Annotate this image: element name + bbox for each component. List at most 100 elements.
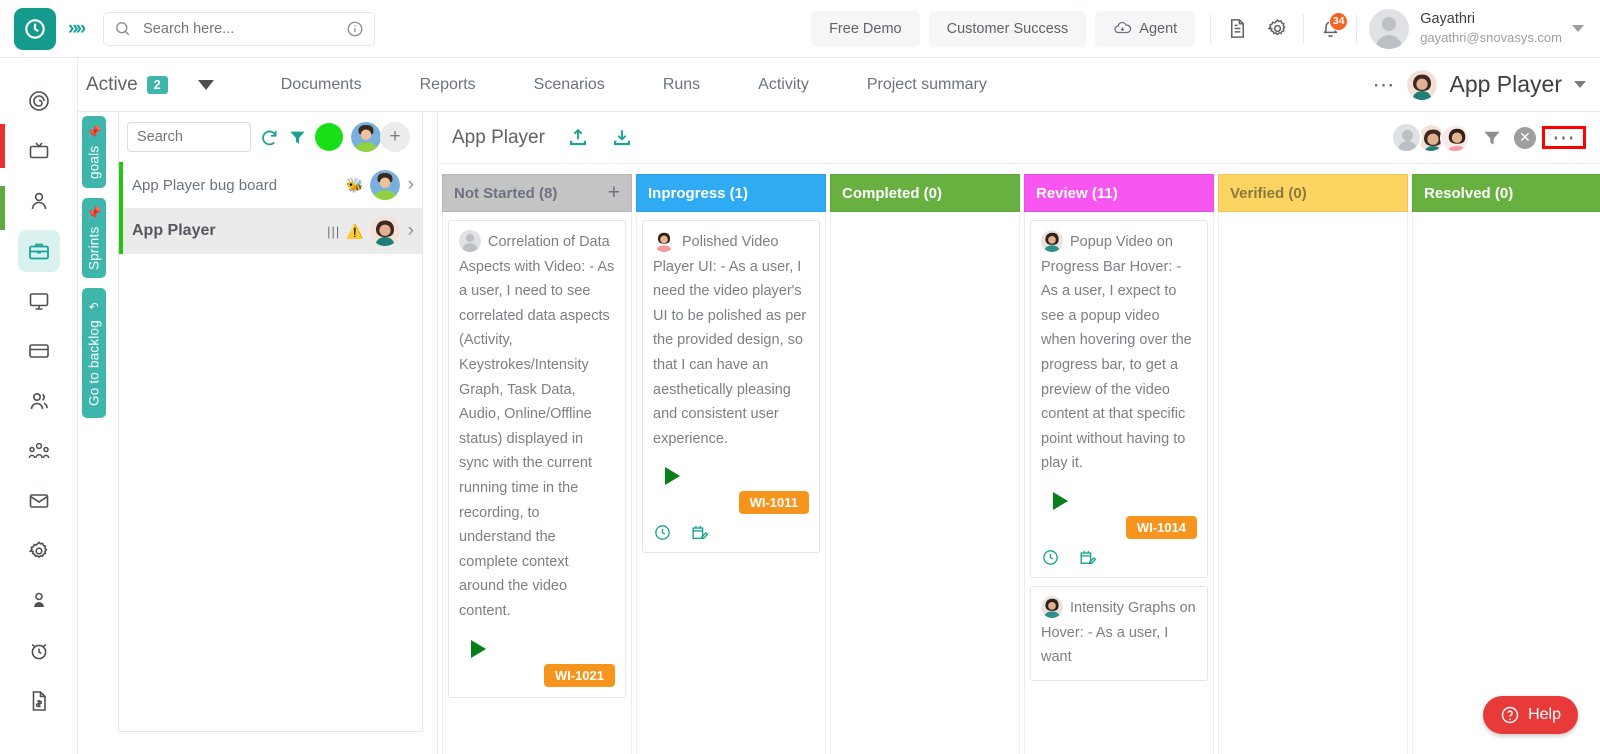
- global-search[interactable]: [103, 11, 376, 46]
- sidebar-item-spiral-target[interactable]: [18, 80, 60, 122]
- notifications-button[interactable]: 34: [1310, 9, 1350, 49]
- app-logo[interactable]: [14, 7, 56, 50]
- divider: [1356, 13, 1358, 44]
- clock-icon[interactable]: [653, 523, 672, 542]
- chevron-down-icon[interactable]: [1574, 81, 1586, 88]
- list-item[interactable]: App Player bug board 🐝 ›: [119, 162, 422, 208]
- card-description: Popup Video on Progress Bar Hover: - As …: [1041, 234, 1192, 472]
- add-project-button[interactable]: +: [380, 122, 410, 152]
- board-more-menu-button[interactable]: ⋯: [1542, 126, 1586, 149]
- question-circle-icon: [1501, 706, 1519, 724]
- card-text-wrapper: Polished Video Player UI: - As a user, I…: [653, 230, 809, 451]
- add-card-button[interactable]: +: [608, 181, 620, 205]
- card[interactable]: Correlation of Data Aspects with Video: …: [448, 220, 626, 698]
- chevron-right-icon[interactable]: ›: [408, 174, 414, 196]
- search-input[interactable]: [143, 20, 347, 37]
- sidebar-item-tv[interactable]: [18, 130, 60, 172]
- chevron-down-icon[interactable]: [1572, 25, 1584, 32]
- card-text-wrapper: Popup Video on Progress Bar Hover: - As …: [1041, 230, 1197, 476]
- filter-icon: [290, 131, 305, 144]
- tab-project-summary[interactable]: Project summary: [838, 76, 1016, 94]
- project-owner-avatar: [1407, 69, 1438, 100]
- column-body[interactable]: Polished Video Player UI: - As a user, I…: [636, 212, 826, 754]
- sidebar-item-monitor[interactable]: [18, 280, 60, 322]
- caret-down-icon[interactable]: [197, 79, 214, 90]
- user-menu[interactable]: Gayathri gayathri@snovasys.com: [1369, 8, 1562, 49]
- clear-filter-button[interactable]: ✕: [1514, 126, 1536, 149]
- play-icon[interactable]: [665, 467, 680, 486]
- column-body[interactable]: [830, 212, 1020, 754]
- card[interactable]: Intensity Graphs on Hover: - As a user, …: [1030, 585, 1208, 681]
- info-icon[interactable]: [346, 20, 364, 38]
- person-badge-icon: [33, 592, 44, 607]
- avatar-illustration: [653, 230, 675, 252]
- board-columns: Not Started (8) + Correlation of Data As…: [438, 164, 1600, 754]
- sidebar-item-users[interactable]: [18, 380, 60, 422]
- kanban-board: App Player ✕ ⋯ Not Started (8) + Correla…: [437, 112, 1600, 754]
- side-tab-sprints-label: Sprints: [86, 226, 102, 271]
- sidebar-item-briefcase[interactable]: [17, 230, 60, 272]
- sidebar-expand-icon[interactable]: »»: [68, 18, 86, 40]
- side-tab-goals[interactable]: goals 📌: [82, 116, 106, 188]
- customer-success-button[interactable]: Customer Success: [928, 10, 1087, 47]
- column-body[interactable]: Correlation of Data Aspects with Video: …: [442, 212, 632, 754]
- column-completed: Completed (0): [830, 174, 1020, 754]
- calendar-edit-icon[interactable]: [690, 523, 709, 542]
- avatar: [1041, 595, 1063, 618]
- upload-button[interactable]: [567, 127, 589, 149]
- sidebar-item-alarm-clock[interactable]: [18, 630, 60, 672]
- refresh-button[interactable]: [259, 127, 280, 148]
- active-filter-label[interactable]: Active: [86, 74, 138, 96]
- tab-scenarios[interactable]: Scenarios: [505, 76, 634, 94]
- avatar[interactable]: [1440, 122, 1470, 153]
- avatar[interactable]: [1391, 122, 1422, 153]
- work-item-id-badge: WI-1014: [1125, 515, 1197, 539]
- alarm-clock-icon: [31, 643, 46, 660]
- column-title: Inprogress (1): [648, 184, 749, 202]
- free-demo-button[interactable]: Free Demo: [811, 10, 920, 47]
- tab-activity[interactable]: Activity: [729, 76, 838, 94]
- card-id-row: WI-1014: [1041, 515, 1197, 539]
- tab-runs[interactable]: Runs: [634, 76, 729, 94]
- gear-icon: [1267, 19, 1286, 36]
- documents-icon-button[interactable]: [1217, 9, 1257, 49]
- board-filter-button[interactable]: [1482, 128, 1502, 148]
- card[interactable]: Polished Video Player UI: - As a user, I…: [642, 220, 820, 554]
- customer-success-label: Customer Success: [946, 20, 1069, 37]
- filter-button[interactable]: [288, 128, 307, 147]
- side-tab-go-to-backlog[interactable]: Go to backlog ↶: [82, 288, 106, 418]
- side-tab-sprints[interactable]: Sprints 📌: [82, 198, 106, 278]
- sidebar-item-invoice[interactable]: [18, 680, 60, 722]
- project-name[interactable]: App Player: [1449, 71, 1562, 98]
- agent-button[interactable]: Agent: [1095, 10, 1196, 47]
- card[interactable]: Popup Video on Progress Bar Hover: - As …: [1030, 220, 1208, 578]
- sidebar-item-credit-card[interactable]: [18, 330, 60, 372]
- play-icon[interactable]: [1053, 491, 1068, 510]
- clock-icon[interactable]: [1041, 548, 1060, 567]
- play-icon[interactable]: [471, 639, 486, 658]
- sidebar-item-settings[interactable]: [18, 530, 60, 572]
- project-search-input[interactable]: [127, 122, 251, 152]
- column-body[interactable]: Popup Video on Progress Bar Hover: - As …: [1024, 212, 1214, 754]
- tab-reports[interactable]: Reports: [391, 76, 505, 94]
- calendar-edit-icon[interactable]: [1078, 548, 1097, 567]
- column-title: Not Started (8): [454, 184, 558, 202]
- column-body[interactable]: [1218, 212, 1408, 754]
- column-body[interactable]: [1412, 212, 1600, 754]
- settings-icon-button[interactable]: [1257, 9, 1297, 49]
- left-icon-rail: [0, 58, 78, 754]
- help-button[interactable]: Help: [1483, 696, 1578, 734]
- sidebar-item-team-group[interactable]: [18, 430, 60, 472]
- avatar: [1041, 230, 1063, 252]
- download-button[interactable]: [611, 127, 633, 149]
- card-description: Intensity Graphs on Hover: - As a user, …: [1041, 599, 1196, 666]
- sidebar-item-person-badge[interactable]: [18, 580, 60, 622]
- ellipsis-icon[interactable]: ⋯: [1372, 73, 1395, 95]
- sidebar-item-user[interactable]: [18, 180, 60, 222]
- list-item[interactable]: App Player ||| ⚠️ ›: [119, 208, 422, 254]
- chevron-right-icon[interactable]: ›: [408, 220, 414, 242]
- top-bar: »» Free Demo Customer Success Agent: [0, 0, 1600, 58]
- sidebar-item-mail[interactable]: [18, 480, 60, 522]
- tab-documents[interactable]: Documents: [252, 76, 391, 94]
- credit-card-icon: [28, 344, 49, 358]
